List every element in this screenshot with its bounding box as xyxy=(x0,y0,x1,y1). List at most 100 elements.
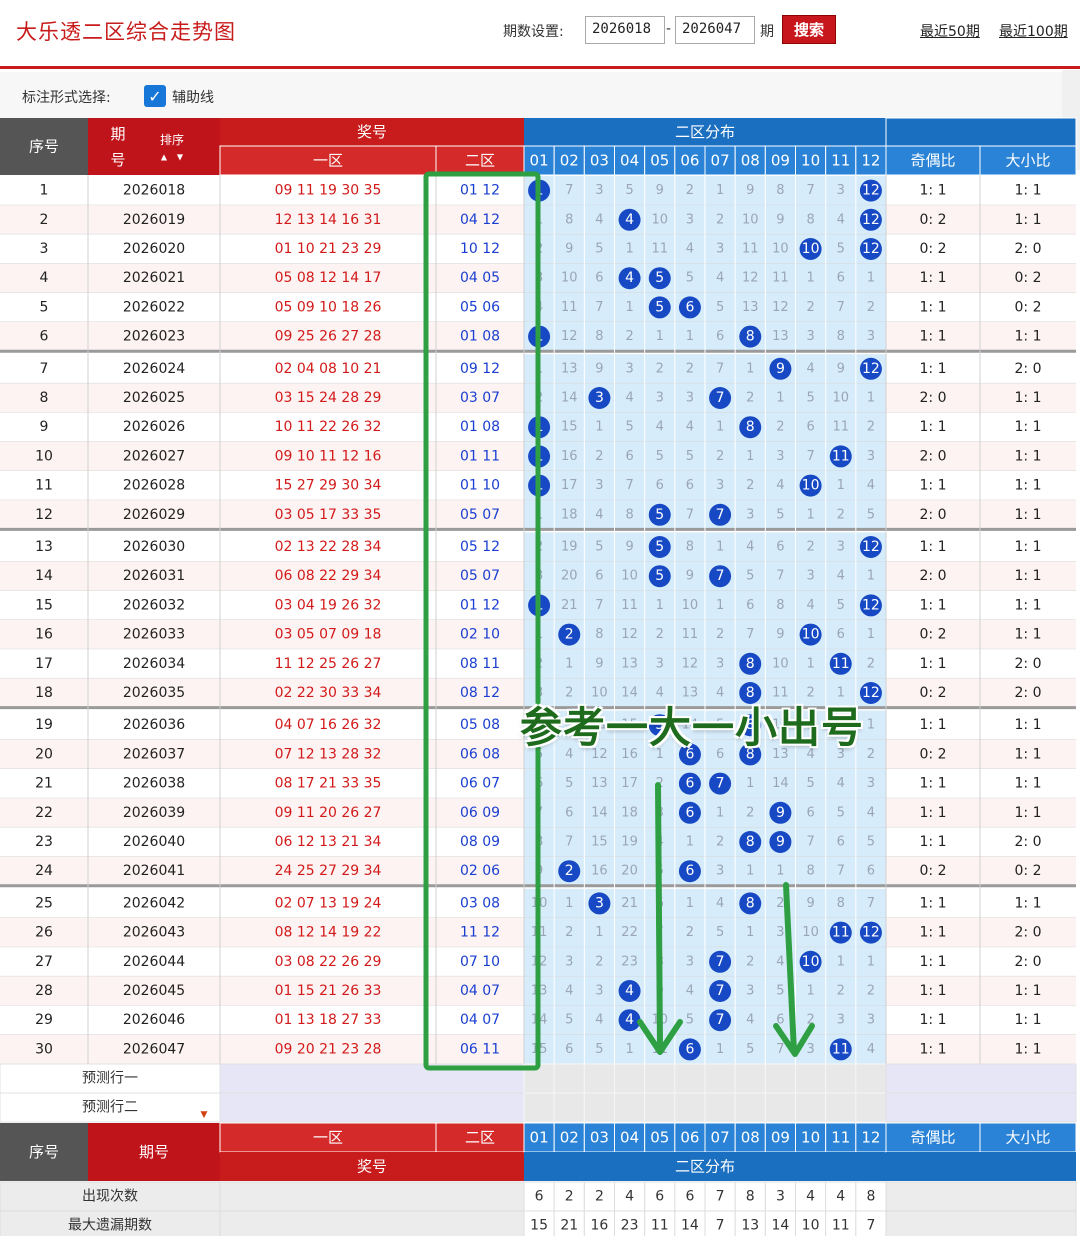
stats-empty xyxy=(219,1181,525,1212)
row-odd-even: 0: 2 xyxy=(920,241,947,257)
predict-cell[interactable] xyxy=(855,1092,887,1123)
row-seq: 26 xyxy=(35,925,53,941)
row-odd-even: 2: 0 xyxy=(920,568,947,584)
miss-count: 6 xyxy=(716,329,724,344)
miss-count: 1 xyxy=(746,864,754,879)
row-period: 2026019 xyxy=(123,212,185,228)
row-period: 2026039 xyxy=(123,805,185,821)
miss-count: 2 xyxy=(867,984,875,999)
hit-number: 10 xyxy=(802,478,820,494)
row-odd-even: 1: 1 xyxy=(920,270,947,286)
predict-cell[interactable] xyxy=(734,1063,766,1094)
miss-count: 7 xyxy=(837,300,845,315)
hit-number: 12 xyxy=(862,685,880,701)
miss-count: 7 xyxy=(746,627,754,642)
miss-count: 13 xyxy=(742,300,759,315)
predict-cell[interactable] xyxy=(583,1092,615,1123)
row-zone2: 10 12 xyxy=(460,241,500,257)
predict-cell[interactable] xyxy=(674,1063,706,1094)
footer-odd-even: 奇偶比 xyxy=(910,1129,955,1147)
header-dist-num: 06 xyxy=(680,152,699,170)
hit-number: 9 xyxy=(776,805,785,821)
ratio-row-bg xyxy=(886,918,1076,948)
miss-count: 5 xyxy=(656,449,664,464)
predict-cell[interactable] xyxy=(523,1092,555,1123)
miss-count: 17 xyxy=(621,776,638,791)
miss-count: 1 xyxy=(565,896,573,911)
miss-count: 2 xyxy=(746,805,754,820)
row-period: 2026045 xyxy=(123,983,185,999)
appear-count-value: 8 xyxy=(866,1189,875,1205)
row-odd-even: 1: 1 xyxy=(920,597,947,613)
miss-count: 6 xyxy=(867,864,875,879)
row-big-small: 1: 1 xyxy=(1015,983,1042,999)
hit-number: 12 xyxy=(862,241,880,257)
ratio-row-bg xyxy=(886,441,1076,471)
hit-number: 10 xyxy=(802,954,820,970)
table-row xyxy=(0,234,524,264)
row-zone2: 04 12 xyxy=(460,212,500,228)
hit-number: 8 xyxy=(746,329,755,345)
header-dist-num: 04 xyxy=(620,152,639,170)
ratio-row-bg xyxy=(886,649,1076,679)
miss-count: 3 xyxy=(595,478,603,493)
miss-count: 11 xyxy=(682,627,699,642)
miss-count: 7 xyxy=(867,896,875,911)
predict-cell[interactable] xyxy=(674,1092,706,1123)
row-big-small: 1: 1 xyxy=(1015,390,1042,406)
header-odd-even: 奇偶比 xyxy=(910,152,955,170)
miss-count: 6 xyxy=(595,271,603,286)
miss-count: 4 xyxy=(776,954,784,969)
predict-cell[interactable] xyxy=(795,1092,827,1123)
appear-count-value: 3 xyxy=(776,1189,785,1205)
table-row xyxy=(0,532,524,562)
sort-up-icon: ▲ xyxy=(161,153,168,162)
row-odd-even: 1: 1 xyxy=(920,419,947,435)
ratio-row-bg xyxy=(886,322,1076,352)
max-miss-value: 11 xyxy=(832,1218,850,1234)
table-row xyxy=(0,1005,524,1035)
miss-count: 6 xyxy=(625,449,633,464)
miss-count: 3 xyxy=(686,391,694,406)
predict-cell[interactable] xyxy=(734,1092,766,1123)
miss-count: 3 xyxy=(867,329,875,344)
predict-cell[interactable] xyxy=(825,1063,857,1094)
row-big-small: 1: 1 xyxy=(1015,212,1042,228)
row-zone2: 04 05 xyxy=(460,270,500,286)
header-period-top: 期 xyxy=(110,125,125,143)
row-zone2: 05 06 xyxy=(460,299,500,315)
predict-cell[interactable] xyxy=(795,1063,827,1094)
predict-cell[interactable] xyxy=(825,1092,857,1123)
predict-cell[interactable] xyxy=(764,1063,796,1094)
expand-arrow-icon[interactable]: ▼ xyxy=(201,1110,208,1120)
miss-count: 2 xyxy=(746,478,754,493)
predict-cell[interactable] xyxy=(583,1063,615,1094)
table-row xyxy=(0,798,524,828)
hit-number: 2 xyxy=(565,863,574,879)
sort-button[interactable]: 排序 xyxy=(160,132,184,147)
row-zone2: 01 08 xyxy=(460,419,500,435)
row-zone1: 06 12 13 21 34 xyxy=(275,834,382,850)
predict-cell[interactable] xyxy=(553,1092,585,1123)
predict-cell[interactable] xyxy=(553,1063,585,1094)
miss-count: 4 xyxy=(595,507,603,522)
predict-cell[interactable] xyxy=(704,1063,736,1094)
row-odd-even: 1: 1 xyxy=(920,361,947,377)
hit-number: 3 xyxy=(595,895,604,911)
miss-count: 5 xyxy=(867,835,875,850)
predict-cell[interactable] xyxy=(644,1092,676,1123)
header-dist-num: 05 xyxy=(650,152,669,170)
row-seq: 13 xyxy=(35,539,53,555)
predict-cell[interactable] xyxy=(855,1063,887,1094)
miss-count: 9 xyxy=(746,183,754,198)
miss-count: 4 xyxy=(595,212,603,227)
miss-count: 4 xyxy=(867,805,875,820)
row-zone2: 05 12 xyxy=(460,539,500,555)
predict-cell[interactable] xyxy=(764,1092,796,1123)
miss-count: 1 xyxy=(656,329,664,344)
predict-cell[interactable] xyxy=(614,1063,646,1094)
miss-count: 4 xyxy=(806,598,814,613)
predict-cell[interactable] xyxy=(614,1092,646,1123)
predict-cell[interactable] xyxy=(704,1092,736,1123)
predict-cell[interactable] xyxy=(644,1063,676,1094)
